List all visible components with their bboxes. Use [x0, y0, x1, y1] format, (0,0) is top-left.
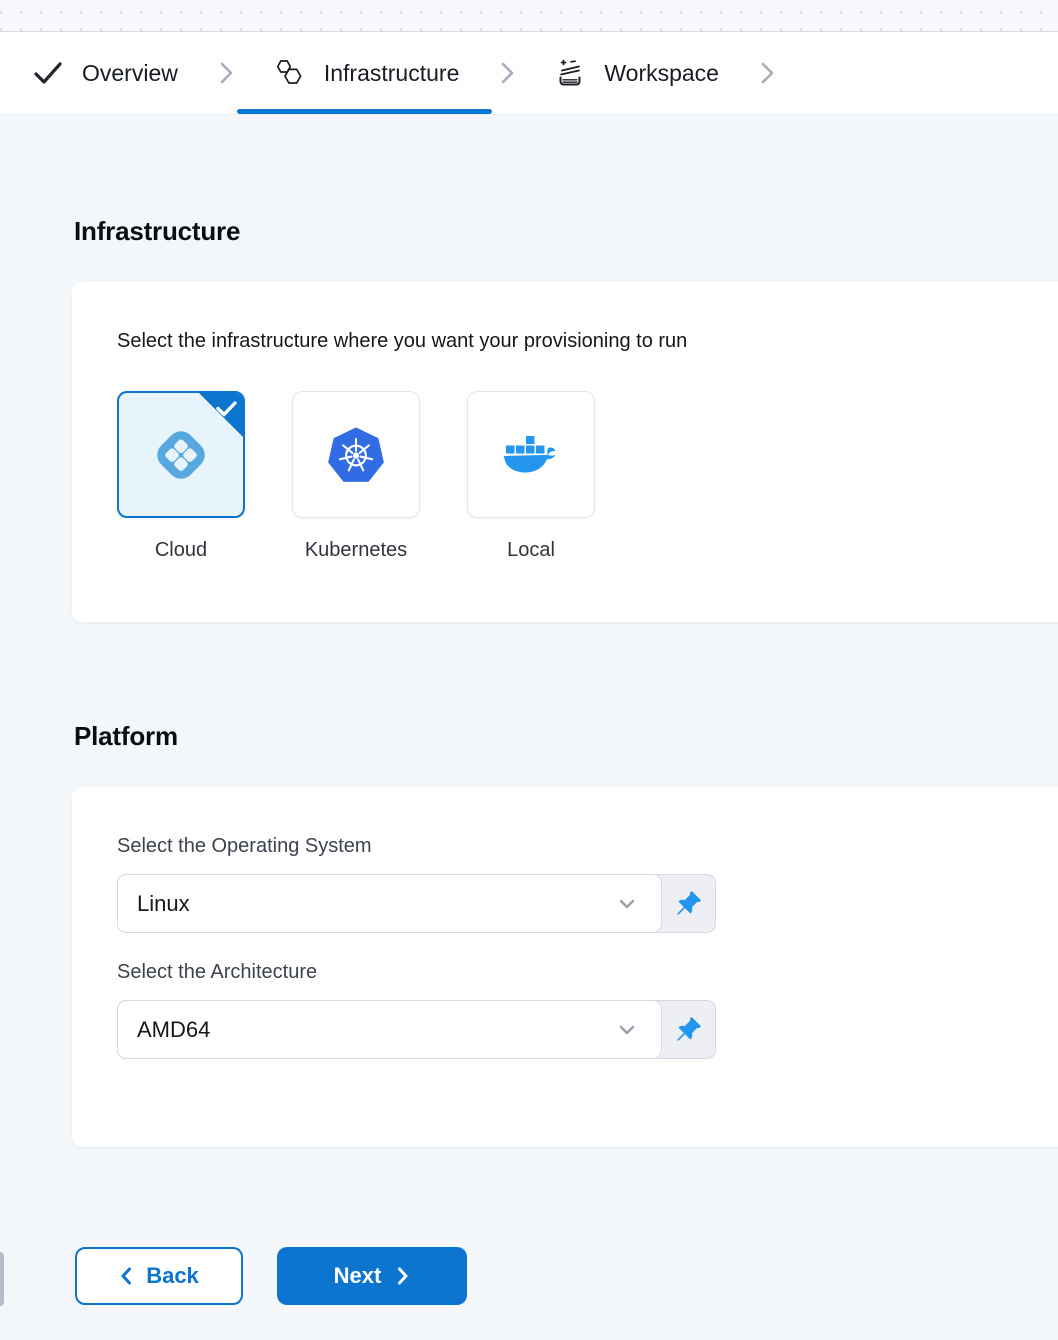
- step-overview[interactable]: Overview: [33, 60, 178, 87]
- chevron-down-icon: [613, 1016, 641, 1044]
- pushpin-icon: [675, 1016, 702, 1043]
- step-label: Infrastructure: [324, 60, 460, 87]
- wizard-content: Infrastructure Select the infrastructure…: [0, 115, 1058, 1305]
- docker-whale-icon-tile[interactable]: [467, 391, 595, 518]
- infrastructure-card: Select the infrastructure where you want…: [72, 282, 1058, 622]
- infrastructure-section-heading: Infrastructure: [72, 115, 1058, 247]
- workspace-stack-icon: [555, 58, 585, 88]
- pushpin-icon: [675, 890, 702, 917]
- chevron-right-icon: [396, 1266, 410, 1286]
- architecture-pin-button[interactable]: [662, 1001, 715, 1058]
- tile-label: Kubernetes: [305, 539, 407, 562]
- chevron-down-icon: [613, 890, 641, 918]
- next-button[interactable]: Next: [277, 1247, 467, 1305]
- step-label: Workspace: [604, 60, 719, 87]
- os-select[interactable]: Linux: [117, 874, 662, 933]
- wizard-stepper: Overview Infrastructure Workspace: [0, 32, 1058, 115]
- docker-whale-icon: [501, 431, 561, 479]
- kubernetes-tile[interactable]: [292, 391, 420, 518]
- next-button-label: Next: [334, 1263, 382, 1289]
- tile-label: Local: [507, 539, 555, 562]
- architecture-select-group: AMD64: [117, 1000, 716, 1059]
- option-kubernetes: Kubernetes: [292, 391, 420, 562]
- cloud-tile[interactable]: [117, 391, 245, 518]
- chevron-right-icon: [495, 59, 519, 87]
- os-select-label: Select the Operating System: [117, 835, 1058, 858]
- step-workspace[interactable]: Workspace: [555, 58, 719, 88]
- hexagons-icon: [274, 58, 305, 88]
- chevron-right-icon: [755, 59, 779, 87]
- dotted-canvas-background: [0, 0, 1058, 32]
- os-select-value: Linux: [137, 891, 190, 917]
- cloud-provider-icon: [152, 426, 210, 484]
- architecture-select-value: AMD64: [137, 1017, 210, 1043]
- left-scrollbar-fragment[interactable]: [0, 1252, 4, 1306]
- back-button[interactable]: Back: [75, 1247, 243, 1305]
- option-cloud: Cloud: [117, 391, 245, 562]
- infrastructure-options: Cloud: [117, 391, 1058, 562]
- architecture-select[interactable]: AMD64: [117, 1000, 662, 1059]
- architecture-select-label: Select the Architecture: [117, 961, 1058, 984]
- step-label: Overview: [82, 60, 178, 87]
- check-icon: [33, 60, 63, 86]
- back-button-label: Back: [146, 1263, 199, 1289]
- wizard-actions: Back Next: [72, 1247, 1058, 1305]
- step-infrastructure[interactable]: Infrastructure: [274, 58, 460, 88]
- os-pin-button[interactable]: [662, 875, 715, 932]
- option-local: Local: [467, 391, 595, 562]
- chevron-left-icon: [119, 1266, 133, 1286]
- platform-section-heading: Platform: [72, 622, 1058, 752]
- infrastructure-prompt: Select the infrastructure where you want…: [117, 330, 1058, 353]
- chevron-right-icon: [214, 59, 238, 87]
- os-select-group: Linux: [117, 874, 716, 933]
- kubernetes-wheel-icon: [327, 426, 385, 484]
- tile-label: Cloud: [155, 539, 207, 562]
- platform-card: Select the Operating System Linux Select…: [72, 787, 1058, 1147]
